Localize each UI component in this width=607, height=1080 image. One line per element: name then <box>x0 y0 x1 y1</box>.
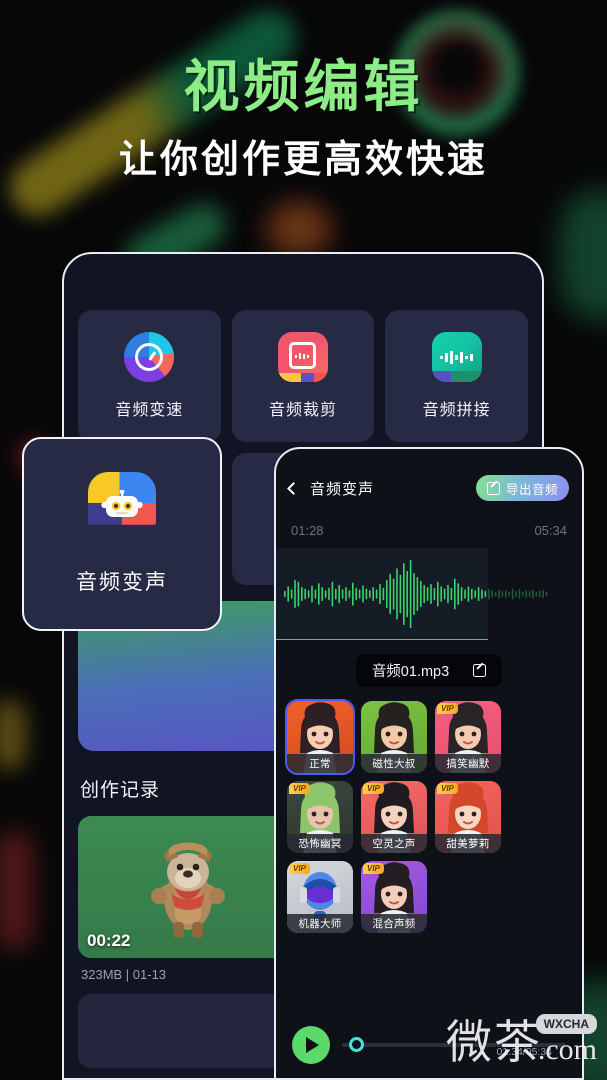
vip-badge: VIP <box>289 783 310 794</box>
voice-effect-grid: 正常 磁性大叔 VIP 搞笑幽默 VIP 恐怖幽冥 VIP 空灵之声 VIP 甜… <box>276 687 582 933</box>
record-thumbnail[interactable]: 00:22 <box>78 816 297 958</box>
voice-effect-label: 正常 <box>287 754 353 773</box>
audio-player-bar <box>276 1026 582 1064</box>
vip-badge: VIP <box>437 783 458 794</box>
voice-effect-8[interactable]: VIP 混合声频 <box>361 861 427 933</box>
speed-icon <box>124 332 175 382</box>
highlighted-tool-card-audio-voice-change[interactable]: 音频变声 <box>22 437 222 631</box>
play-icon[interactable] <box>292 1026 330 1064</box>
progress-slider[interactable] <box>342 1037 566 1052</box>
tool-tile-row-1: 音频变速 音频裁剪 音频拼接 <box>64 254 542 442</box>
tool-tile-label: 音频裁剪 <box>269 402 338 419</box>
waveform-graphic <box>284 559 548 629</box>
decor-red-left <box>0 830 34 950</box>
cut-icon <box>278 332 328 382</box>
voice-effect-4[interactable]: VIP 恐怖幽冥 <box>287 781 353 853</box>
filename-text: 音频01.mp3 <box>371 664 450 680</box>
decor-orange-blob <box>264 200 334 258</box>
voice-effect-1[interactable]: 正常 <box>285 699 355 775</box>
record-thumbnail-partial[interactable] <box>78 994 297 1068</box>
voice-effect-2[interactable]: 磁性大叔 <box>361 701 427 773</box>
page-subtitle: 让你创作更高效快速 <box>118 139 488 182</box>
voice-effect-label: 恐怖幽冥 <box>287 834 353 853</box>
timeline-times: 01:28 05:34 <box>276 501 582 538</box>
back-chevron-icon[interactable] <box>287 481 300 495</box>
voice-effect-label: 混合声频 <box>361 914 427 933</box>
vip-badge: VIP <box>437 703 458 714</box>
vip-badge: VIP <box>363 863 384 874</box>
voice-effect-label: 磁性大叔 <box>361 754 427 773</box>
timeline-start-time: 01:28 <box>291 523 324 538</box>
voice-effect-5[interactable]: VIP 空灵之声 <box>361 781 427 853</box>
voice-effect-label: 搞笑幽默 <box>435 754 501 773</box>
record-duration: 00:22 <box>87 931 131 950</box>
waveform-area[interactable] <box>276 548 582 640</box>
tool-tile-label: 音频变速 <box>115 402 184 419</box>
voice-effect-6[interactable]: VIP 甜美萝莉 <box>435 781 501 853</box>
tool-tile-audio-speed[interactable]: 音频变速 <box>78 310 221 442</box>
filename-row: 音频01.mp3 <box>276 654 582 687</box>
edit-icon[interactable] <box>473 664 487 677</box>
decor-green-right <box>560 190 607 320</box>
join-icon <box>431 332 482 382</box>
vip-badge: VIP <box>363 783 384 794</box>
decor-yellow-left <box>0 700 26 770</box>
voice-effect-3[interactable]: VIP 搞笑幽默 <box>435 701 501 773</box>
timeline-end-time: 05:34 <box>534 523 567 538</box>
headline-block: 视频编辑 让你创作更高效快速 <box>0 55 607 183</box>
app-header: 音频变声 导出音频 <box>276 449 582 501</box>
page-title: 视频编辑 <box>183 55 424 120</box>
voice-effect-label: 空灵之声 <box>361 834 427 853</box>
robot-icon <box>88 472 156 540</box>
app-title: 音频变声 <box>310 480 375 498</box>
tool-tile-audio-join[interactable]: 音频拼接 <box>385 310 529 442</box>
record-meta-row: 323MB | 01-13 ⋮ <box>78 958 297 982</box>
tool-tile-audio-cut[interactable]: 音频裁剪 <box>231 310 375 442</box>
record-meta-text: 323MB | 01-13 <box>81 967 167 982</box>
filename-chip[interactable]: 音频01.mp3 <box>355 654 503 687</box>
record-item[interactable]: 00:22 323MB | 01-13 ⋮ <box>78 816 297 982</box>
tool-tile-label: 音频拼接 <box>422 402 491 419</box>
voice-effect-label: 机器大师 <box>287 914 353 933</box>
voice-effect-label: 甜美萝莉 <box>435 834 501 853</box>
dog-image <box>150 842 225 938</box>
highlighted-tool-label: 音频变声 <box>76 571 168 594</box>
progress-slider-knob[interactable] <box>348 1037 364 1052</box>
export-audio-button[interactable]: 导出音频 <box>475 475 569 501</box>
voice-effect-7[interactable]: VIP 机器大师 <box>287 861 353 933</box>
robot-glyph <box>101 490 143 517</box>
export-icon <box>486 481 500 495</box>
export-button-label: 导出音频 <box>505 482 558 497</box>
vip-badge: VIP <box>289 863 310 874</box>
foreground-phone: 音频变声 导出音频 01:28 05:34 音频01.mp3 正常 磁性大叔 V… <box>274 447 584 1080</box>
